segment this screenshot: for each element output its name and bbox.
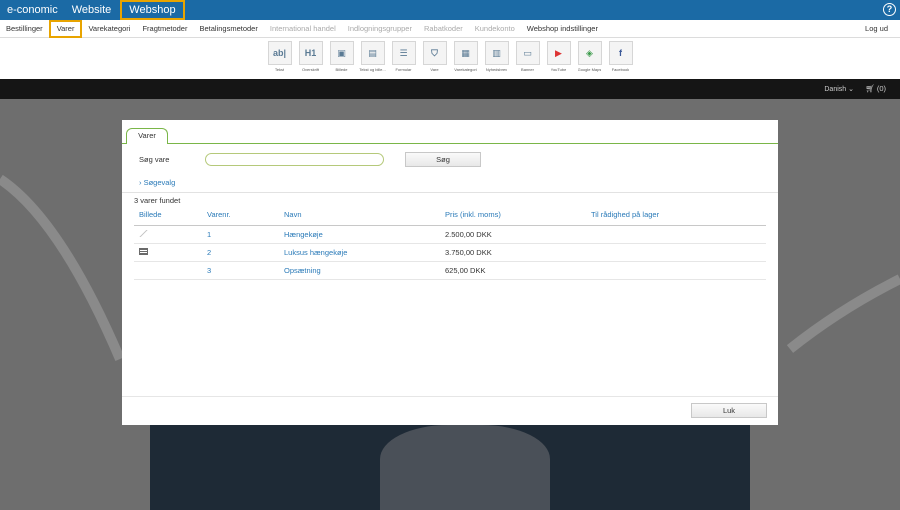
tool-facebook[interactable]: f Facebook [606,41,635,79]
help-icon[interactable]: ? [883,3,896,16]
results-table: Billede Varenr. Navn Pris (inkl. moms) T… [134,209,766,280]
product-price: 3.750,00 DKK [445,248,492,257]
product-number-link[interactable]: 2 [207,248,284,257]
product-number-link[interactable]: 1 [207,230,284,239]
tool-text-image[interactable]: ▤ Tekst og bille... [358,41,387,79]
product-price: 2.500,00 DKK [445,230,492,239]
cart-button[interactable]: 🛒︎ (0) [865,84,886,93]
column-header-stock[interactable]: Til rådighed på lager [591,209,766,225]
cart-icon: 🛒︎ [865,84,875,93]
tool-label: Varekategori [454,67,477,72]
subnav-item-varekategori[interactable]: Varekategori [82,20,136,38]
search-label: Søg vare [139,155,170,164]
sub-navigation: Bestillinger Varer Varekategori Fragtmet… [0,19,900,38]
tab-strip: Varer [122,120,778,144]
subnav-item-international-handel[interactable]: International handel [264,20,342,38]
facebook-icon: f [608,41,633,65]
product-number-link[interactable]: 3 [207,266,284,275]
result-count: 3 varer fundet [134,196,181,205]
nav-webshop[interactable]: Webshop [120,0,185,20]
search-button[interactable]: Søg [405,152,481,167]
newsletter-icon: ▥ [484,41,509,65]
category-icon: ▦ [453,41,478,65]
text-icon: ab| [267,41,292,65]
product-search-dialog: Varer Søg vare Søg › Søgevalg 3 varer fu… [122,120,778,425]
subnav-item-kundekonto[interactable]: Kundekonto [469,20,521,38]
logout-link[interactable]: Log ud [865,20,888,38]
product-name-link[interactable]: Opsætning [284,266,445,275]
product-thumbnail [139,230,148,237]
google-maps-icon: ◈ [577,41,602,65]
text-image-icon: ▤ [360,41,385,65]
subnav-item-webshop-indstillinger[interactable]: Webshop indstillinger [521,20,604,38]
table-row[interactable]: 3 Opsætning 625,00 DKK [134,262,766,280]
tool-form[interactable]: ☰ Formular [389,41,418,79]
tool-image[interactable]: ▣ Billede [327,41,356,79]
product-name-link[interactable]: Hængekøje [284,230,445,239]
subnav-item-indlogningsgrupper[interactable]: Indlogningsgrupper [342,20,418,38]
store-header: Danish ⌄ 🛒︎ (0) [0,79,900,99]
tab-varer[interactable]: Varer [126,128,168,144]
divider [122,192,778,193]
tool-google-maps[interactable]: ◈ Google Maps [575,41,604,79]
subnav-item-bestillinger[interactable]: Bestillinger [0,20,49,38]
close-button[interactable]: Luk [691,403,767,418]
top-bar: e-conomic Website Webshop ? [0,0,900,20]
tool-label: Banner [521,67,534,72]
tool-label: Tekst og bille... [359,67,386,72]
tool-product[interactable]: ⛉ Vare [420,41,449,79]
column-header-price[interactable]: Pris (inkl. moms) [445,209,591,225]
subnav-item-rabatkoder[interactable]: Rabatkoder [418,20,469,38]
table-header: Billede Varenr. Navn Pris (inkl. moms) T… [134,209,766,226]
image-icon: ▣ [329,41,354,65]
element-toolbar: ab| Tekst H1 Overskrift ▣ Billede ▤ Tekst og… [0,38,900,79]
product-price: 625,00 DKK [445,266,486,275]
chevron-down-icon: ⌄ [848,86,854,93]
tool-banner[interactable]: ▭ Banner [513,41,542,79]
tool-label: Tekst [274,67,285,72]
product-thumbnail [139,248,148,255]
heading-icon: H1 [298,41,323,65]
tool-label: Vare [430,67,439,72]
tool-category[interactable]: ▦ Varekategori [451,41,480,79]
video-preview[interactable] [150,425,750,510]
form-icon: ☰ [391,41,416,65]
search-input[interactable] [205,153,384,166]
product-name-link[interactable]: Luksus hængekøje [284,248,445,257]
tool-label: Formular [395,67,412,72]
tool-label: Facebook [611,67,630,72]
product-icon: ⛉ [422,41,447,65]
tool-label: Billede [335,67,348,72]
youtube-icon: ▶ [546,41,571,65]
column-header-name[interactable]: Navn [284,209,445,225]
language-selector[interactable]: Danish ⌄ [824,85,854,93]
brand-logo[interactable]: e-conomic [0,4,65,16]
banner-icon: ▭ [515,41,540,65]
tool-label: Nyhedsbrev [485,67,508,72]
tool-newsletter[interactable]: ▥ Nyhedsbrev [482,41,511,79]
tool-label: Google Maps [577,67,602,72]
column-header-image[interactable]: Billede [134,209,207,225]
tool-heading[interactable]: H1 Overskrift [296,41,325,79]
tool-label: Overskrift [301,67,320,72]
footer-divider [122,396,778,397]
tool-label: YouTube [550,67,567,72]
table-row[interactable]: 1 Hængekøje 2.500,00 DKK [134,226,766,244]
search-options-link[interactable]: › Søgevalg [139,178,175,187]
subnav-item-betalingsmetoder[interactable]: Betalingsmetoder [193,20,263,38]
tool-youtube[interactable]: ▶ YouTube [544,41,573,79]
subnav-item-fragtmetoder[interactable]: Fragtmetoder [136,20,193,38]
subnav-item-varer[interactable]: Varer [48,19,83,38]
tool-text[interactable]: ab| Tekst [265,41,294,79]
nav-website[interactable]: Website [65,0,119,20]
table-row[interactable]: 2 Luksus hængekøje 3.750,00 DKK [134,244,766,262]
column-header-number[interactable]: Varenr. [207,209,284,225]
